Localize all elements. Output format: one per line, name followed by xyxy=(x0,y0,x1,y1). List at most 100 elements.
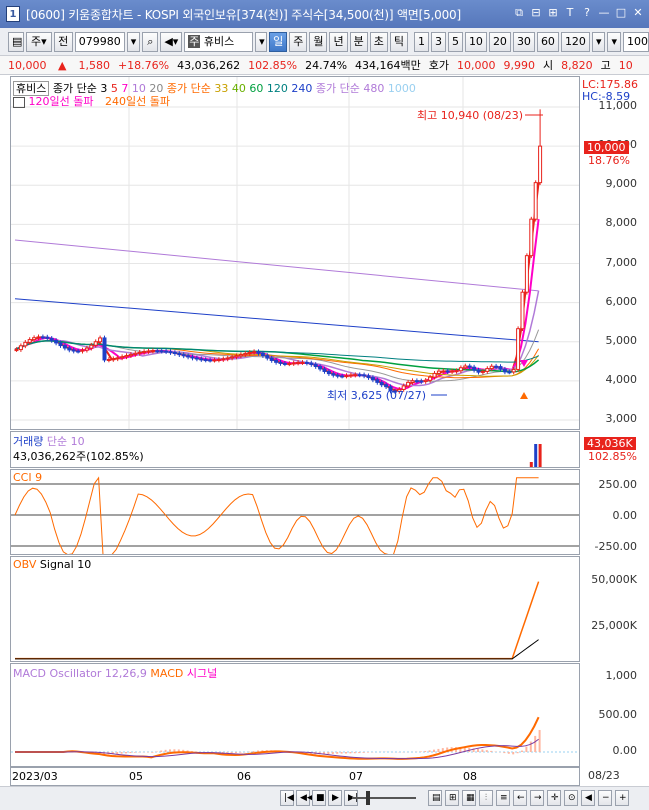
chevron-down-icon[interactable]: ▾ xyxy=(126,31,141,52)
candle-body xyxy=(23,341,28,347)
menu-icon[interactable]: ▤ xyxy=(8,31,24,52)
price-ytick: 8,000 xyxy=(605,216,638,230)
candle-body xyxy=(76,350,81,353)
interval-10[interactable]: 10 xyxy=(464,31,487,52)
interval-60[interactable]: 60 xyxy=(536,31,559,52)
bars-icon[interactable]: ⫶ xyxy=(479,790,493,806)
candle-body xyxy=(164,350,169,353)
candle-body xyxy=(142,351,147,354)
chart-icon[interactable]: ▤ xyxy=(428,790,442,806)
stock-code-input[interactable]: 079980 xyxy=(74,31,125,52)
zoom-slider[interactable] xyxy=(352,797,416,799)
obv-svg xyxy=(15,581,540,660)
minimize-button[interactable]: — xyxy=(597,6,611,20)
zoom-out-icon[interactable]: − xyxy=(598,790,612,806)
close-button[interactable]: ✕ xyxy=(631,6,645,20)
macd-osc-bar xyxy=(327,752,330,755)
obv-line xyxy=(15,581,540,660)
period-year-tab[interactable]: 년 xyxy=(329,31,348,52)
obv-ytick: 50,000K xyxy=(591,573,637,586)
search-icon[interactable]: ⌕ xyxy=(142,31,159,52)
cci-pane[interactable]: CCI 9 xyxy=(10,469,580,555)
stop-icon[interactable]: ■ xyxy=(312,790,326,806)
period-minute-tab[interactable]: 분 xyxy=(349,31,368,52)
scroll-start-icon[interactable]: |◀ xyxy=(280,790,294,806)
maximize-button[interactable]: □ xyxy=(614,6,628,20)
help-icon[interactable]: ? xyxy=(580,6,594,20)
candle-body xyxy=(296,362,301,365)
interval-20[interactable]: 20 xyxy=(488,31,511,52)
crosshair-icon[interactable]: ✛ xyxy=(547,790,561,806)
candle-body xyxy=(450,370,455,373)
obv-signal-line xyxy=(15,639,539,660)
layout-icon[interactable]: ⊟ xyxy=(529,6,543,20)
interval-1[interactable]: 1 xyxy=(413,31,429,52)
interval-5[interactable]: 5 xyxy=(447,31,463,52)
macd-osc-bar xyxy=(485,750,488,752)
period-day-tab[interactable]: 일 xyxy=(269,31,288,52)
candle-body xyxy=(128,353,133,357)
candle-body xyxy=(260,352,265,357)
candle-body xyxy=(340,375,345,378)
title-bar: 1 [0600] 키움종합차트 - KOSPI 외국인보유[374(천)] 주식… xyxy=(0,0,649,28)
text-icon[interactable]: T xyxy=(563,6,577,20)
candle-body xyxy=(432,372,437,378)
candle-body xyxy=(489,365,494,370)
cci-ytick: -250.00 xyxy=(594,540,637,553)
type2-button[interactable]: 전 xyxy=(53,31,73,52)
table-icon[interactable]: ▦ xyxy=(462,790,476,806)
zoom-in-icon[interactable]: + xyxy=(615,790,629,806)
period-tick-tab[interactable]: 틱 xyxy=(389,31,408,52)
grid-icon[interactable] xyxy=(13,96,25,108)
chevron-down-icon[interactable]: ▾ xyxy=(591,31,606,52)
open-price: 8,820 xyxy=(561,58,593,72)
interval-30[interactable]: 30 xyxy=(512,31,535,52)
zoom-icon[interactable]: ⊙ xyxy=(564,790,578,806)
chevron-down-icon[interactable]: ▾ xyxy=(255,31,268,52)
grid-icon[interactable]: ⊞ xyxy=(546,6,560,20)
candle-body xyxy=(18,345,23,351)
volume-pane[interactable]: 거래량 단순 10 43,036,262주(102.85%) xyxy=(10,431,580,468)
macd-pane[interactable]: MACD Oscillator 12,26,9 MACD 시그널 xyxy=(10,663,580,767)
candle-body xyxy=(524,255,529,293)
price-chart-pane[interactable]: 최고 10,940 (08/23) 최저 3,625 (07/27) 휴비스 종가… xyxy=(10,76,580,430)
candle-body xyxy=(278,361,283,364)
volume-value: 43,036,262주(102.85%) xyxy=(13,450,144,463)
link-icon[interactable]: ⧉ xyxy=(512,6,526,20)
candle-body xyxy=(106,358,111,361)
candle-icon[interactable]: ⊞ xyxy=(445,790,459,806)
macd-osc-bar xyxy=(252,751,255,752)
scroll-left-icon[interactable]: ◀ xyxy=(581,790,595,806)
macd-osc-bar xyxy=(433,749,435,752)
volume-pct-label: 102.85% xyxy=(588,450,637,463)
macd-osc-bar xyxy=(521,750,523,752)
zoom-slider-handle[interactable] xyxy=(366,791,370,805)
count-input[interactable]: 100 xyxy=(623,31,649,52)
arrow-left-icon[interactable]: ← xyxy=(513,790,527,806)
scroll-prev-icon[interactable]: ◀◀ xyxy=(296,790,314,806)
candle-body xyxy=(463,365,468,369)
period-second-tab[interactable]: 초 xyxy=(369,31,388,52)
type-select[interactable]: 주▾ xyxy=(26,31,52,52)
speaker-icon[interactable]: ◀▾ xyxy=(160,31,183,52)
macd-osc-bar xyxy=(239,752,242,753)
candle-body xyxy=(362,374,367,377)
period-week-tab[interactable]: 주 xyxy=(289,31,308,52)
chevron-down-icon[interactable]: ▾ xyxy=(607,31,621,52)
candle-body xyxy=(335,374,340,377)
interval-3[interactable]: 3 xyxy=(430,31,446,52)
candle-body xyxy=(199,358,204,361)
stock-name-combo[interactable]: 주 휴비스 xyxy=(184,31,254,52)
obv-pane[interactable]: OBV Signal 10 xyxy=(10,556,580,662)
cci-ytick: 0.00 xyxy=(612,509,638,522)
arrow-right-icon[interactable]: → xyxy=(530,790,544,806)
period-month-tab[interactable]: 월 xyxy=(309,31,328,52)
window-title: [0600] 키움종합차트 - KOSPI 외국인보유[374(천)] 주식수[… xyxy=(26,7,461,22)
lines-icon[interactable]: ≡ xyxy=(496,790,510,806)
interval-120[interactable]: 120 xyxy=(560,31,590,52)
play-icon[interactable]: ▶ xyxy=(328,790,342,806)
obv-ytick: 25,000K xyxy=(591,619,637,632)
macd-osc-bar xyxy=(120,752,123,754)
candle-body xyxy=(419,380,424,383)
candle-body xyxy=(498,366,503,370)
